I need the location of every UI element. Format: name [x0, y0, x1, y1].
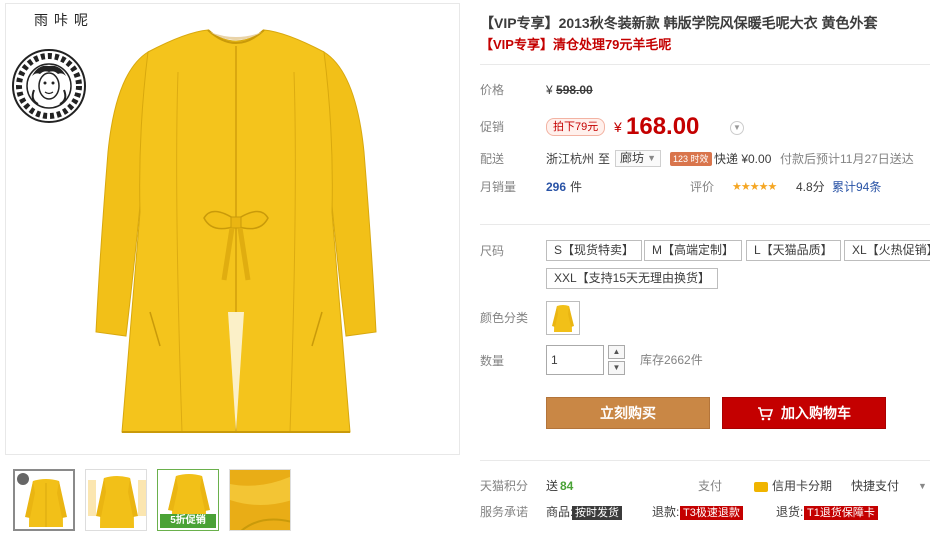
return-tag: T1退货保障卡: [804, 506, 878, 520]
points-label: 天猫积分: [480, 479, 529, 493]
destination-select[interactable]: 廊坊 ▼: [615, 150, 662, 167]
add-to-cart-button[interactable]: 加入购物车: [722, 397, 886, 429]
coat-thumbnail-icon: [88, 476, 146, 528]
product-title: 【VIP专享】2013秋冬装新款 韩版学院风保暖毛呢大衣 黄色外套: [480, 15, 878, 31]
points-row: 天猫积分 送 84 支付 信用卡分期 快捷支付 ▼: [480, 474, 930, 498]
sales-count: 296: [546, 180, 567, 194]
thumbnail-1[interactable]: [13, 469, 75, 531]
original-price-value: 598.00: [556, 83, 593, 97]
size-option-xl[interactable]: XL【火热促销】: [844, 240, 930, 261]
product-info-panel: 【VIP专享】2013秋冬装新款 韩版学院风保暖毛呢大衣 黄色外套 【VIP专享…: [480, 12, 930, 539]
brand-logo-icon: [12, 49, 86, 123]
color-swatch-yellow[interactable]: [546, 301, 580, 335]
rating-label: 评价: [690, 180, 715, 194]
on-time-shipping-tag: 按时发货: [572, 506, 622, 520]
credit-installment[interactable]: 信用卡分期: [754, 474, 832, 498]
credit-installment-label: 信用卡分期: [772, 479, 833, 493]
cart-icon: [758, 407, 773, 421]
divider: [480, 460, 930, 461]
coat-swatch-icon: [552, 305, 574, 332]
points-text: 送: [546, 479, 559, 493]
quantity-input[interactable]: [546, 345, 604, 375]
service-return-tag[interactable]: T1退货保障卡: [804, 505, 878, 520]
main-product-image[interactable]: 雨咔呢: [5, 3, 460, 455]
size-option-m[interactable]: M【高端定制】: [644, 240, 742, 261]
quick-pay[interactable]: 快捷支付: [851, 474, 899, 498]
payment-label: 支付: [698, 479, 723, 493]
delivery-eta: 付款后预计11月27日送达: [780, 152, 914, 166]
quantity-increase-button[interactable]: ▲: [608, 345, 625, 359]
destination-value: 廊坊: [620, 151, 645, 165]
thumbnail-4[interactable]: [229, 469, 291, 531]
rating-score: 4.8分: [796, 180, 825, 194]
original-price: ¥ 598.00: [546, 78, 593, 102]
shipping-fee: 快递 ¥0.00: [714, 152, 772, 166]
service-goods-tag[interactable]: 按时发货: [572, 505, 622, 520]
promo-currency: ¥: [614, 119, 622, 135]
rating-stars-icon: ★★★★★: [732, 181, 777, 193]
service-row: 服务承诺 商品: 按时发货 退款: T3极速退款 退货: T1退货保障卡: [480, 500, 930, 524]
divider: [480, 224, 930, 225]
size-option-s[interactable]: S【现货特卖】: [546, 240, 643, 261]
sales-row: 月销量 296 件 评价 ★★★★★ 4.8分 累计94条: [480, 175, 930, 199]
sales-label: 月销量: [480, 180, 517, 194]
coat-thumbnail-icon: [17, 473, 67, 527]
service-refund-tag[interactable]: T3极速退款: [680, 505, 743, 520]
ship-from: 浙江杭州: [546, 152, 595, 166]
size-label: 尺码: [480, 244, 505, 258]
promo-label: 促销: [480, 120, 505, 134]
promo-tag: 拍下79元: [546, 118, 606, 136]
add-to-cart-label: 加入购物车: [781, 405, 851, 421]
chevron-down-icon: ▼: [647, 153, 657, 163]
credit-card-icon: [754, 481, 768, 492]
size-option-xxl[interactable]: XXL【支持15天无理由换货】: [546, 268, 719, 289]
stock-count: 库存2662件: [640, 353, 703, 367]
chevron-down-icon[interactable]: ▼: [918, 474, 927, 498]
quantity-decrease-button[interactable]: ▼: [608, 361, 625, 375]
delivery-time-badge: 123 时效: [670, 152, 712, 166]
service-label: 服务承诺: [480, 505, 529, 519]
refund-tag: T3极速退款: [680, 506, 743, 520]
divider: [480, 64, 930, 65]
service-refund-label: 退款:: [652, 505, 680, 519]
quantity-label: 数量: [480, 354, 505, 368]
sales-unit: 件: [570, 180, 583, 194]
shipping-row: 配送 浙江杭州 至 廊坊 ▼ 123 时效 快递 ¥0.00 付款后预计11月2…: [480, 147, 930, 171]
original-currency: ¥: [546, 83, 553, 97]
product-gallery: 雨咔呢 5折促销: [5, 3, 460, 539]
thumbnail-strip: 5折促销: [7, 469, 462, 535]
thumbnail-3[interactable]: 5折促销: [157, 469, 219, 531]
reviews-link[interactable]: 累计94条: [832, 175, 881, 199]
fabric-thumbnail-icon: [230, 470, 290, 530]
coat-image: [95, 29, 377, 433]
points-value: 84: [560, 479, 574, 493]
ship-to-word: 至: [598, 152, 611, 166]
chevron-down-icon[interactable]: ▼: [730, 121, 744, 135]
size-option-l[interactable]: L【天猫品质】: [746, 240, 841, 261]
service-return-label: 退货:: [776, 505, 804, 519]
thumbnail-2[interactable]: [85, 469, 147, 531]
shipping-label: 配送: [480, 152, 505, 166]
original-price-row: 价格 ¥ 598.00: [480, 78, 930, 102]
original-price-label: 价格: [480, 83, 505, 97]
thumbnail-promo-badge: 5折促销: [160, 514, 216, 528]
service-goods-label: 商品:: [546, 505, 574, 519]
buy-now-button[interactable]: 立刻购买: [546, 397, 710, 429]
promo-price-row: 促销 拍下79元 ¥ 168.00 ▼: [480, 113, 930, 143]
product-subtitle: 【VIP专享】清仓处理79元羊毛呢: [480, 37, 672, 52]
promo-price: 168.00: [626, 113, 700, 140]
color-label: 颜色分类: [480, 311, 529, 325]
